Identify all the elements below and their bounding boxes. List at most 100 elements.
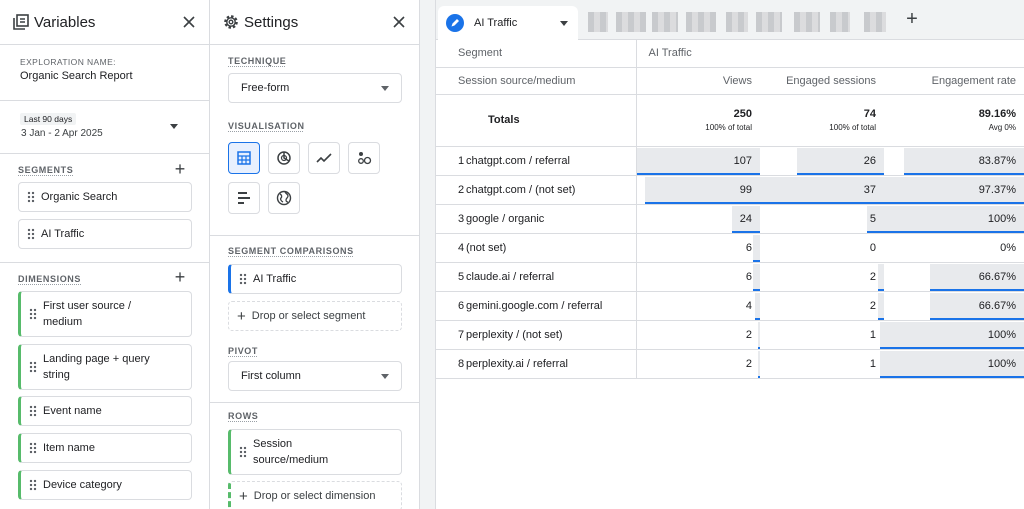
row-dimension-cell[interactable]: 2 chatgpt.com / (not set) [436,175,637,205]
row-index: 4 [458,241,465,254]
row-index: 3 [458,212,465,225]
tab-ai-traffic[interactable]: AI Traffic [438,6,578,40]
redacted-tab[interactable] [830,12,850,32]
metric-header-engagement-rate[interactable]: Engagement rate [884,67,1024,95]
redacted-tab[interactable] [652,12,678,32]
drop-segment-target[interactable]: + Drop or select segment [228,301,402,331]
row-dimension-cell[interactable]: 5 claude.ai / referral [436,262,637,292]
table-row[interactable]: 7 perplexity / (not set) 2 1 100% [436,320,1024,350]
table-row[interactable]: 6 gemini.google.com / referral 4 2 66.67% [436,291,1024,321]
row-index: 5 [458,270,465,283]
table-row[interactable]: 8 perplexity.ai / referral 2 1 100% [436,349,1024,379]
row-dimension-cell[interactable]: 8 perplexity.ai / referral [436,349,637,379]
table-row[interactable]: 3 google / organic 24 5 100% [436,204,1024,234]
segment-header-row: Segment AI Traffic [436,40,1024,68]
totals-row: Totals 250 100% of total 74 100% of total … [436,94,1024,147]
redacted-tab[interactable] [726,12,748,32]
globe-icon [276,190,292,206]
variables-title: Variables [12,12,95,32]
value-bar [752,234,760,261]
engagement-rate-cell: 66.67% [884,262,1024,292]
total-sub: 100% of total [705,123,752,132]
drag-handle-icon[interactable] [29,361,37,373]
segment-chip[interactable]: AI Traffic [18,219,192,249]
add-tab-button[interactable]: + [902,9,922,30]
exploration-name-input[interactable]: Organic Search Report [20,70,133,82]
redacted-tab[interactable] [794,12,820,32]
metric-header-views[interactable]: Views [636,67,760,95]
row-name: (not set) [466,241,507,254]
drag-handle-icon[interactable] [239,273,247,285]
panel-gutter [420,0,436,509]
table-row[interactable]: 4 (not set) 6 0 0% [436,233,1024,263]
redacted-tab[interactable] [864,12,886,32]
add-segment-button[interactable]: + [172,160,188,178]
engagement-rate-cell: 100% [884,204,1024,234]
row-dimension-cell[interactable]: 7 perplexity / (not set) [436,320,637,350]
drag-handle-icon[interactable] [29,442,37,454]
drop-dimension-target[interactable]: + Drop or select dimension [228,481,402,509]
close-variables-button[interactable] [179,12,199,32]
redacted-tab[interactable] [616,12,646,32]
table-row[interactable]: 1 chatgpt.com / referral 107 26 83.87% [436,146,1024,176]
row-dimension-cell[interactable]: 3 google / organic [436,204,637,234]
row-dimension-cell[interactable]: 4 (not set) [436,233,637,263]
segment-comparison-chip[interactable]: AI Traffic [228,264,402,294]
row-name: gemini.google.com / referral [466,299,603,312]
dimension-chip[interactable]: Landing page + query string [18,344,192,390]
donut-chart-viz-button[interactable] [268,142,300,174]
drop-dimension-label: Drop or select dimension [253,490,376,502]
divider [210,402,419,403]
views-cell: 2 [636,349,760,379]
geo-map-viz-button[interactable] [268,182,300,214]
drag-handle-icon[interactable] [29,479,37,491]
dimension-chip[interactable]: Device category [18,470,192,500]
tab-label: AI Traffic [474,17,518,29]
dimensions-label: DIMENSIONS [18,274,82,284]
segment-chip[interactable]: Organic Search [18,182,192,212]
drag-handle-icon[interactable] [27,228,35,240]
cell-value: 2 [869,299,876,312]
bar-chart-viz-button[interactable] [228,182,260,214]
row-name: google / organic [466,212,545,225]
table-row[interactable]: 5 claude.ai / referral 6 2 66.67% [436,262,1024,292]
table-row[interactable]: 2 chatgpt.com / (not set) 99 37 97.37% [436,175,1024,205]
drag-handle-icon[interactable] [239,446,247,458]
dimension-chip[interactable]: Item name [18,433,192,463]
engagement-rate-cell: 66.67% [884,291,1024,321]
metric-header-engaged-sessions[interactable]: Engaged sessions [760,67,884,95]
redacted-tab[interactable] [588,12,608,32]
row-dimension-cell[interactable]: 1 chatgpt.com / referral [436,146,637,176]
chevron-down-icon[interactable] [560,21,568,26]
engaged-sessions-cell: 1 [760,320,884,350]
redacted-tab[interactable] [756,12,782,32]
row-index: 1 [458,154,465,167]
dimension-chip[interactable]: Event name [18,396,192,426]
donut-chart-icon [277,151,291,165]
technique-select[interactable]: Free-form [228,73,402,103]
close-settings-button[interactable] [389,12,409,32]
redacted-tab[interactable] [686,12,716,32]
drag-handle-icon[interactable] [29,308,37,320]
cell-value: 5 [869,212,876,225]
line-chart-viz-button[interactable] [308,142,340,174]
scatter-viz-button[interactable] [348,142,380,174]
edit-icon[interactable] [446,14,464,32]
row-dimension-cell[interactable]: 6 gemini.google.com / referral [436,291,637,321]
engagement-rate-cell: 100% [884,320,1024,350]
row-dimension-chip[interactable]: Session source/medium [228,429,402,475]
metric-header-row: Session source/medium Views Engaged sess… [436,67,1024,95]
date-range-picker[interactable]: Last 90 days 3 Jan - 2 Apr 2025 [18,110,198,144]
pivot-select[interactable]: First column [228,361,402,391]
add-dimension-button[interactable]: + [172,268,188,286]
drag-handle-icon[interactable] [27,191,35,203]
cell-value: 4 [745,299,752,312]
dimension-header[interactable]: Session source/medium [436,67,637,95]
table-viz-button[interactable] [228,142,260,174]
row-name: perplexity / (not set) [466,328,563,341]
cell-value: 24 [739,212,752,225]
settings-panel: Settings TECHNIQUE Free-form VISUALISATI… [210,0,420,509]
drag-handle-icon[interactable] [29,405,37,417]
segment-label: Organic Search [41,191,118,203]
dimension-chip[interactable]: First user source / medium [18,291,192,337]
